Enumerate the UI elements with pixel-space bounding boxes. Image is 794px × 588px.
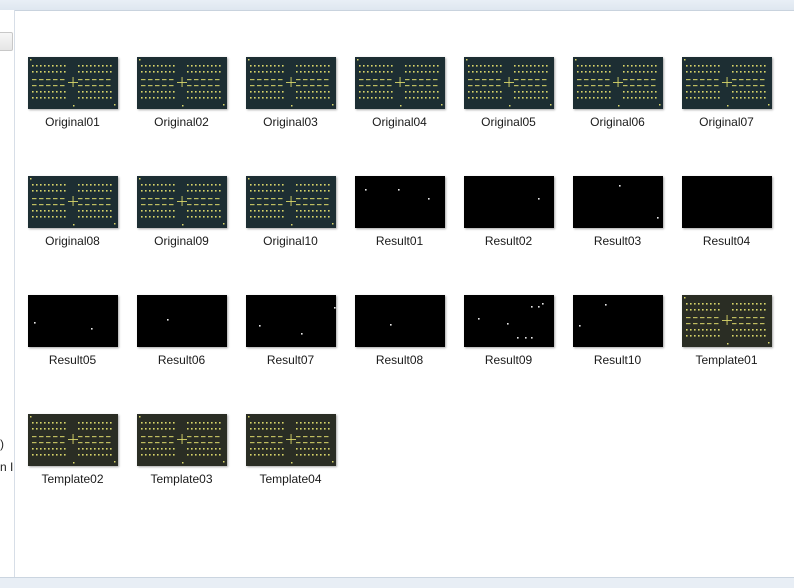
file-thumbnail[interactable] <box>354 176 445 228</box>
file-name[interactable]: Result09 <box>454 353 563 367</box>
file-name[interactable]: Original07 <box>672 115 781 129</box>
file-item[interactable]: Original07 <box>672 57 781 129</box>
nav-item-partial-1[interactable]: ) <box>0 437 14 451</box>
file-thumbnail[interactable] <box>136 176 227 228</box>
file-thumbnail[interactable] <box>463 57 554 109</box>
file-item[interactable]: Original06 <box>563 57 672 129</box>
file-thumbnail[interactable] <box>681 176 772 228</box>
file-name[interactable]: Result01 <box>345 234 454 248</box>
file-thumbnail[interactable] <box>354 57 445 109</box>
file-thumbnail[interactable] <box>354 295 445 347</box>
file-item[interactable]: Result02 <box>454 176 563 248</box>
file-thumbnail[interactable] <box>463 295 554 347</box>
file-thumbnail[interactable] <box>27 295 118 347</box>
file-name[interactable]: Result03 <box>563 234 672 248</box>
file-item[interactable]: Result06 <box>127 295 236 367</box>
navigation-pane[interactable]: ) n I <box>0 10 15 577</box>
file-name[interactable]: Original06 <box>563 115 672 129</box>
file-thumbnail[interactable] <box>245 57 336 109</box>
file-item[interactable]: Result04 <box>672 176 781 248</box>
file-thumbnail[interactable] <box>245 414 336 466</box>
file-name[interactable]: Original05 <box>454 115 563 129</box>
file-thumbnail[interactable] <box>681 57 772 109</box>
file-item[interactable]: Template04 <box>236 414 345 486</box>
file-thumbnail[interactable] <box>572 295 663 347</box>
file-thumbnail[interactable] <box>136 295 227 347</box>
file-thumbnail[interactable] <box>136 57 227 109</box>
file-item[interactable]: Result03 <box>563 176 672 248</box>
file-name[interactable]: Original09 <box>127 234 236 248</box>
file-name[interactable]: Result08 <box>345 353 454 367</box>
file-name[interactable]: Original03 <box>236 115 345 129</box>
file-thumbnail[interactable] <box>27 176 118 228</box>
file-name[interactable]: Template04 <box>236 472 345 486</box>
file-item[interactable]: Original02 <box>127 57 236 129</box>
file-name[interactable]: Template03 <box>127 472 236 486</box>
file-view[interactable]: Original01 Original02 Original03 Original04… <box>15 10 794 577</box>
file-thumbnail[interactable] <box>572 57 663 109</box>
window-bottom-bar <box>0 577 794 588</box>
file-name[interactable]: Result06 <box>127 353 236 367</box>
file-thumbnail[interactable] <box>245 176 336 228</box>
file-item[interactable]: Original01 <box>18 57 127 129</box>
file-item[interactable]: Result10 <box>563 295 672 367</box>
file-item[interactable]: Result09 <box>454 295 563 367</box>
file-item[interactable]: Original04 <box>345 57 454 129</box>
file-thumbnail[interactable] <box>27 414 118 466</box>
file-item[interactable]: Result01 <box>345 176 454 248</box>
file-name[interactable]: Original04 <box>345 115 454 129</box>
file-item[interactable]: Template02 <box>18 414 127 486</box>
file-name[interactable]: Result04 <box>672 234 781 248</box>
file-item[interactable]: Template01 <box>672 295 781 367</box>
file-name[interactable]: Template01 <box>672 353 781 367</box>
file-name[interactable]: Template02 <box>18 472 127 486</box>
file-thumbnail[interactable] <box>681 295 772 347</box>
nav-pane-button[interactable] <box>0 32 13 51</box>
file-item[interactable]: Original03 <box>236 57 345 129</box>
file-name[interactable]: Original02 <box>127 115 236 129</box>
file-item[interactable]: Original10 <box>236 176 345 248</box>
file-name[interactable]: Result02 <box>454 234 563 248</box>
file-thumbnail[interactable] <box>136 414 227 466</box>
file-name[interactable]: Result10 <box>563 353 672 367</box>
file-name[interactable]: Result05 <box>18 353 127 367</box>
file-item[interactable]: Result08 <box>345 295 454 367</box>
file-name[interactable]: Result07 <box>236 353 345 367</box>
file-item[interactable]: Result07 <box>236 295 345 367</box>
file-item[interactable]: Original05 <box>454 57 563 129</box>
file-thumbnail[interactable] <box>572 176 663 228</box>
file-item[interactable]: Template03 <box>127 414 236 486</box>
file-thumbnail[interactable] <box>463 176 554 228</box>
file-name[interactable]: Original08 <box>18 234 127 248</box>
file-name[interactable]: Original01 <box>18 115 127 129</box>
file-name[interactable]: Original10 <box>236 234 345 248</box>
file-item[interactable]: Result05 <box>18 295 127 367</box>
file-thumbnail[interactable] <box>27 57 118 109</box>
file-item[interactable]: Original08 <box>18 176 127 248</box>
nav-item-partial-2[interactable]: n I <box>0 460 14 474</box>
file-thumbnail[interactable] <box>245 295 336 347</box>
file-item[interactable]: Original09 <box>127 176 236 248</box>
